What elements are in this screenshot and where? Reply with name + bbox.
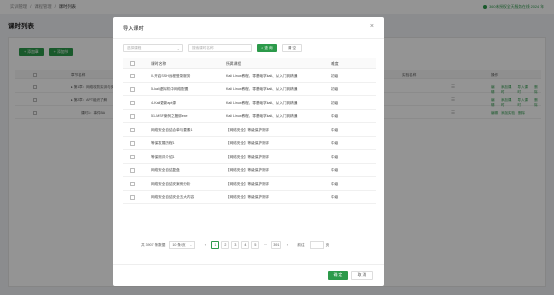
import-lesson-dialog: 导入课时 × 选择课程 ⌄ 搜索课时名称 ⌕ 查 询 清 空 课时名称 所属课程… <box>113 17 384 286</box>
table-row[interactable]: 网络安全自结安全五大内容 【网络安全】等级保护测评 中级 <box>123 191 376 204</box>
row-checkbox[interactable] <box>130 127 135 132</box>
lesson-category: 【网络安全】等级保护测评 <box>226 195 270 200</box>
goto-page-input[interactable] <box>309 241 324 249</box>
lesson-name: 网络安全自结安案例分析 <box>151 181 191 186</box>
lesson-difficulty: 中级 <box>331 195 339 200</box>
clear-button[interactable]: 清 空 <box>282 44 302 52</box>
table-row[interactable]: 等保测评介绍1 【网络安全】等级保护测评 中级 <box>123 150 376 164</box>
lesson-difficulty: 初级 <box>331 73 339 78</box>
lesson-category: Kali Linux教程、零基础学kali、从入门到精通 <box>226 87 298 92</box>
lesson-name: 网络安全自结复盘 <box>151 168 180 173</box>
page-last[interactable]: 391 <box>271 241 282 249</box>
row-checkbox[interactable] <box>130 87 135 92</box>
lesson-name: 网络安全自结安全五大内容 <box>151 195 195 200</box>
query-button[interactable]: ⌕ 查 询 <box>257 44 277 52</box>
page-3[interactable]: 3 <box>231 241 240 249</box>
lesson-difficulty: 中级 <box>331 154 339 159</box>
table-row[interactable]: 51-MSF案例之捆绑exe Kali Linux教程、零基础学kali、从入门到… <box>123 110 376 123</box>
row-checkbox[interactable] <box>130 168 135 173</box>
lesson-difficulty: 中级 <box>331 181 339 186</box>
lesson-category: 【网络安全】等级保护测评 <box>226 168 270 173</box>
page-5[interactable]: 5 <box>251 241 260 249</box>
pagination: 共 3907 条数据 10 条/页 ⌄ ‹ 1 2 3 4 5 ··· 391 … <box>141 241 329 249</box>
lesson-category: 【网络安全】等级保护测评 <box>226 141 270 146</box>
lesson-difficulty: 初级 <box>331 100 339 105</box>
lesson-category: 【网络安全】等级保护测评 <box>226 181 270 186</box>
row-checkbox[interactable] <box>130 154 135 159</box>
lesson-search-input[interactable]: 搜索课时名称 <box>188 44 252 52</box>
lesson-difficulty: 初级 <box>331 87 339 92</box>
table-header: 课时名称 所属课程 难度 <box>123 58 376 69</box>
row-checkbox[interactable] <box>130 100 135 105</box>
next-page-button[interactable]: › <box>283 241 292 249</box>
table-row[interactable]: 5-kali虚拟机中网络配置 Kali Linux教程、零基础学kali、从入门到… <box>123 83 376 96</box>
lesson-category: Kali Linux教程、零基础学kali、从入门到精通 <box>226 114 298 119</box>
dialog-footer: 确 定 取 消 <box>113 264 384 286</box>
close-icon[interactable]: × <box>370 23 374 30</box>
cancel-button[interactable]: 取 消 <box>351 271 373 280</box>
select-all-checkbox[interactable] <box>130 61 135 66</box>
lesson-name: 等保测评介绍1 <box>151 154 175 159</box>
table-row[interactable]: 网络安全自结合单与要素1 【网络安全】等级保护测评 中级 <box>123 123 376 137</box>
table-row[interactable]: 0-开启SSH远程登录服务 Kali Linux教程、零基础学kali、从入门到精… <box>123 69 376 83</box>
page-1[interactable]: 1 <box>211 241 220 249</box>
lesson-difficulty: 中级 <box>331 141 339 146</box>
lesson-name: 网络安全自结合单与要素1 <box>151 127 193 132</box>
dialog-title: 导入课时 <box>123 26 144 32</box>
search-icon: ⌕ <box>261 46 264 50</box>
chevron-down-icon: ⌄ <box>176 46 180 51</box>
row-checkbox[interactable] <box>130 141 135 146</box>
lesson-category: 【网络安全】等级保护测评 <box>226 127 270 132</box>
row-checkbox[interactable] <box>130 73 135 78</box>
lesson-name: 4-Kali更新apt源 <box>151 100 176 105</box>
lesson-name: 等保发展历程1 <box>151 141 175 146</box>
lesson-difficulty: 中级 <box>331 114 339 119</box>
table-row[interactable]: 网络安全自结复盘 【网络安全】等级保护测评 中级 <box>123 164 376 177</box>
goto-suffix: 页 <box>325 242 330 247</box>
page-4[interactable]: 4 <box>241 241 250 249</box>
dialog-header: 导入课时 × <box>113 17 384 39</box>
lesson-difficulty: 中级 <box>331 168 339 173</box>
page-ellipsis[interactable]: ··· <box>261 241 270 249</box>
course-select[interactable]: 选择课程 ⌄ <box>123 44 183 52</box>
row-checkbox[interactable] <box>130 195 135 200</box>
table-row[interactable]: 4-Kali更新apt源 Kali Linux教程、零基础学kali、从入门到精通… <box>123 96 376 110</box>
lesson-category: 【网络安全】等级保护测评 <box>226 154 270 159</box>
lesson-name: 51-MSF案例之捆绑exe <box>151 114 188 119</box>
table-row[interactable]: 网络安全自结安案例分析 【网络安全】等级保护测评 中级 <box>123 177 376 191</box>
row-checkbox[interactable] <box>130 181 135 186</box>
page-2[interactable]: 2 <box>221 241 230 249</box>
goto-label: 前往 <box>297 242 305 247</box>
lesson-category: Kali Linux教程、零基础学kali、从入门到精通 <box>226 100 298 105</box>
confirm-button[interactable]: 确 定 <box>328 271 348 280</box>
lesson-name: 5-kali虚拟机中网络配置 <box>151 87 189 92</box>
total-count: 共 3907 条数据 <box>141 242 166 247</box>
filter-bar: 选择课程 ⌄ 搜索课时名称 ⌕ 查 询 清 空 <box>123 44 302 52</box>
row-checkbox[interactable] <box>130 114 135 119</box>
page-size-select[interactable]: 10 条/页 ⌄ <box>169 241 196 249</box>
prev-page-button[interactable]: ‹ <box>201 241 210 249</box>
lesson-category: Kali Linux教程、零基础学kali、从入门到精通 <box>226 73 298 78</box>
lesson-name: 0-开启SSH远程登录服务 <box>151 73 191 78</box>
table-row[interactable]: 等保发展历程1 【网络安全】等级保护测评 中级 <box>123 137 376 150</box>
lesson-table: 课时名称 所属课程 难度 0-开启SSH远程登录服务 Kali Linux教程、零… <box>123 58 376 204</box>
lesson-difficulty: 中级 <box>331 127 339 132</box>
chevron-down-icon: ⌄ <box>189 243 193 247</box>
